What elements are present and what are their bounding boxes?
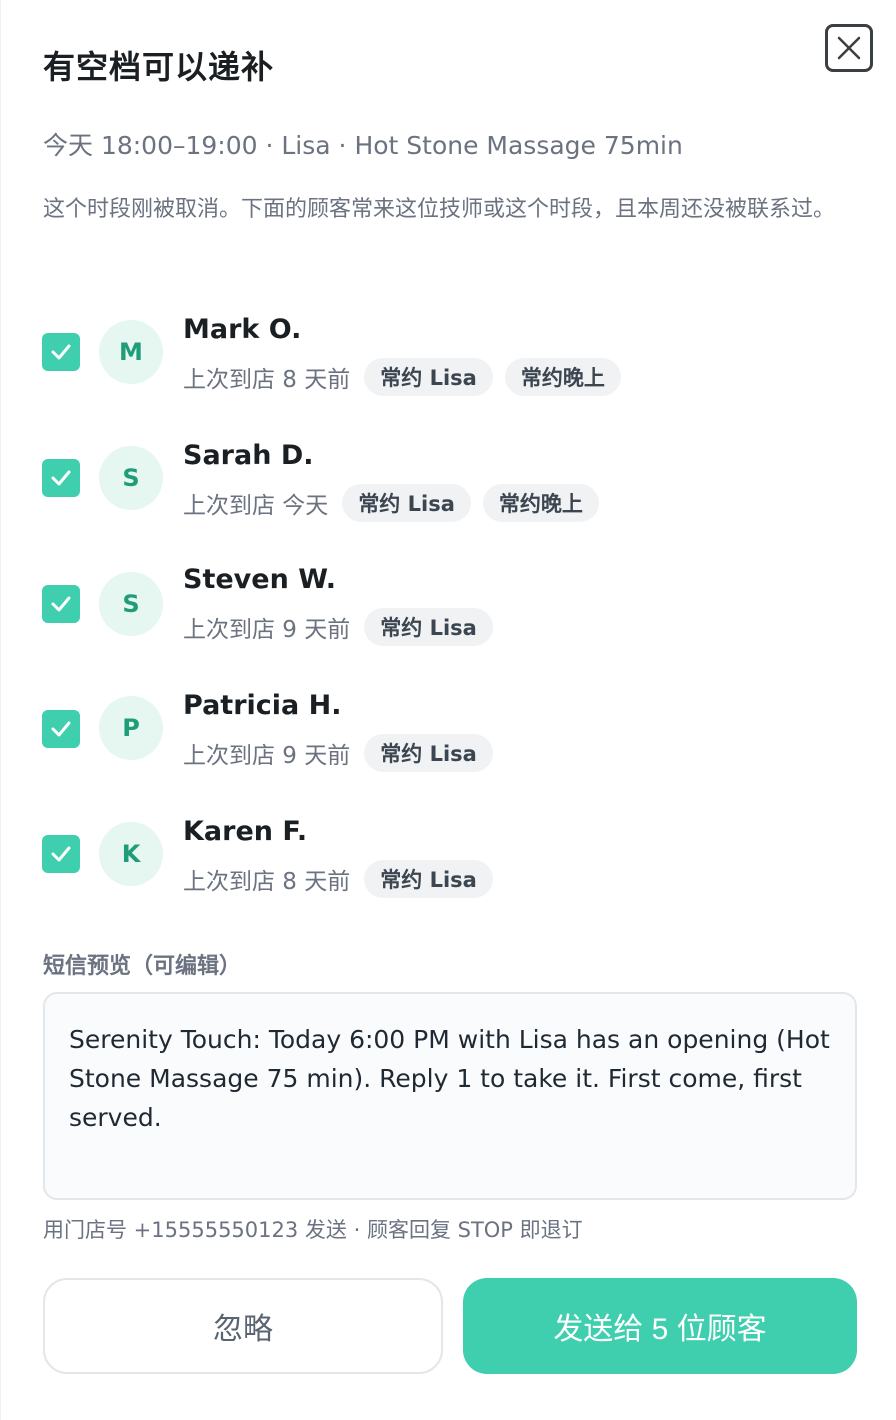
customer-name: Steven W. — [183, 564, 337, 595]
last-visit: 上次到店 8 天前 — [183, 869, 351, 895]
customer-row[interactable]: P Patricia H. 上次到店 9 天前 常约 Lisa — [1, 690, 896, 790]
customer-row[interactable]: S Sarah D. 上次到店 今天 常约 Lisa 常约晚上 — [1, 438, 896, 538]
send-button[interactable]: 发送给 5 位顾客 — [463, 1278, 857, 1374]
customer-name: Sarah D. — [183, 440, 314, 471]
dialog-title: 有空档可以递补 — [43, 48, 275, 86]
customer-meta: 上次到店 9 天前 常约 Lisa — [183, 608, 493, 646]
tag-preferred-time: 常约晚上 — [482, 484, 599, 522]
close-icon — [837, 36, 861, 60]
ignore-button[interactable]: 忽略 — [43, 1278, 443, 1374]
close-button[interactable] — [825, 24, 873, 72]
tag-preferred-time: 常约晚上 — [504, 358, 621, 396]
customer-checkbox[interactable] — [42, 459, 80, 497]
avatar: M — [99, 320, 163, 384]
customer-meta: 上次到店 今天 常约 Lisa 常约晚上 — [183, 484, 599, 522]
slot-subtitle: 今天 18:00–19:00 · Lisa · Hot Stone Massag… — [43, 131, 683, 160]
customer-row[interactable]: S Steven W. 上次到店 9 天前 常约 Lisa — [1, 564, 896, 664]
checkmark-icon — [51, 596, 71, 612]
customer-checkbox[interactable] — [42, 333, 80, 371]
last-visit: 上次到店 8 天前 — [183, 367, 351, 393]
sms-preview-label: 短信预览（可编辑） — [43, 954, 242, 979]
fill-slot-dialog: 有空档可以递补 今天 18:00–19:00 · Lisa · Hot Ston… — [0, 0, 896, 1420]
sms-message-editor[interactable]: Serenity Touch: Today 6:00 PM with Lisa … — [43, 992, 857, 1200]
avatar: K — [99, 822, 163, 886]
customer-row[interactable]: K Karen F. 上次到店 8 天前 常约 Lisa — [1, 816, 896, 916]
tag-preferred-therapist: 常约 Lisa — [364, 860, 493, 898]
tag-preferred-therapist: 常约 Lisa — [364, 608, 493, 646]
customer-checkbox[interactable] — [42, 710, 80, 748]
customer-meta: 上次到店 8 天前 常约 Lisa — [183, 860, 493, 898]
checkmark-icon — [51, 470, 71, 486]
last-visit: 上次到店 9 天前 — [183, 617, 351, 643]
checkmark-icon — [51, 846, 71, 862]
last-visit: 上次到店 9 天前 — [183, 743, 351, 769]
checkmark-icon — [51, 344, 71, 360]
customer-meta: 上次到店 9 天前 常约 Lisa — [183, 734, 493, 772]
customer-name: Mark O. — [183, 314, 302, 345]
slot-description: 这个时段刚被取消。下面的顾客常来这位技师或这个时段，且本周还没被联系过。 — [43, 197, 836, 222]
avatar: S — [99, 446, 163, 510]
customer-checkbox[interactable] — [42, 585, 80, 623]
customer-checkbox[interactable] — [42, 835, 80, 873]
checkmark-icon — [51, 721, 71, 737]
tag-preferred-therapist: 常约 Lisa — [342, 484, 471, 522]
avatar: P — [99, 696, 163, 760]
avatar: S — [99, 572, 163, 636]
tag-preferred-therapist: 常约 Lisa — [364, 358, 493, 396]
customer-row[interactable]: M Mark O. 上次到店 8 天前 常约 Lisa 常约晚上 — [1, 312, 896, 412]
tag-preferred-therapist: 常约 Lisa — [364, 734, 493, 772]
customer-meta: 上次到店 8 天前 常约 Lisa 常约晚上 — [183, 358, 621, 396]
customer-name: Karen F. — [183, 816, 308, 847]
sms-sender-note: 用门店号 +15555550123 发送 · 顾客回复 STOP 即退订 — [43, 1218, 583, 1242]
last-visit: 上次到店 今天 — [183, 493, 329, 519]
customer-name: Patricia H. — [183, 690, 342, 721]
